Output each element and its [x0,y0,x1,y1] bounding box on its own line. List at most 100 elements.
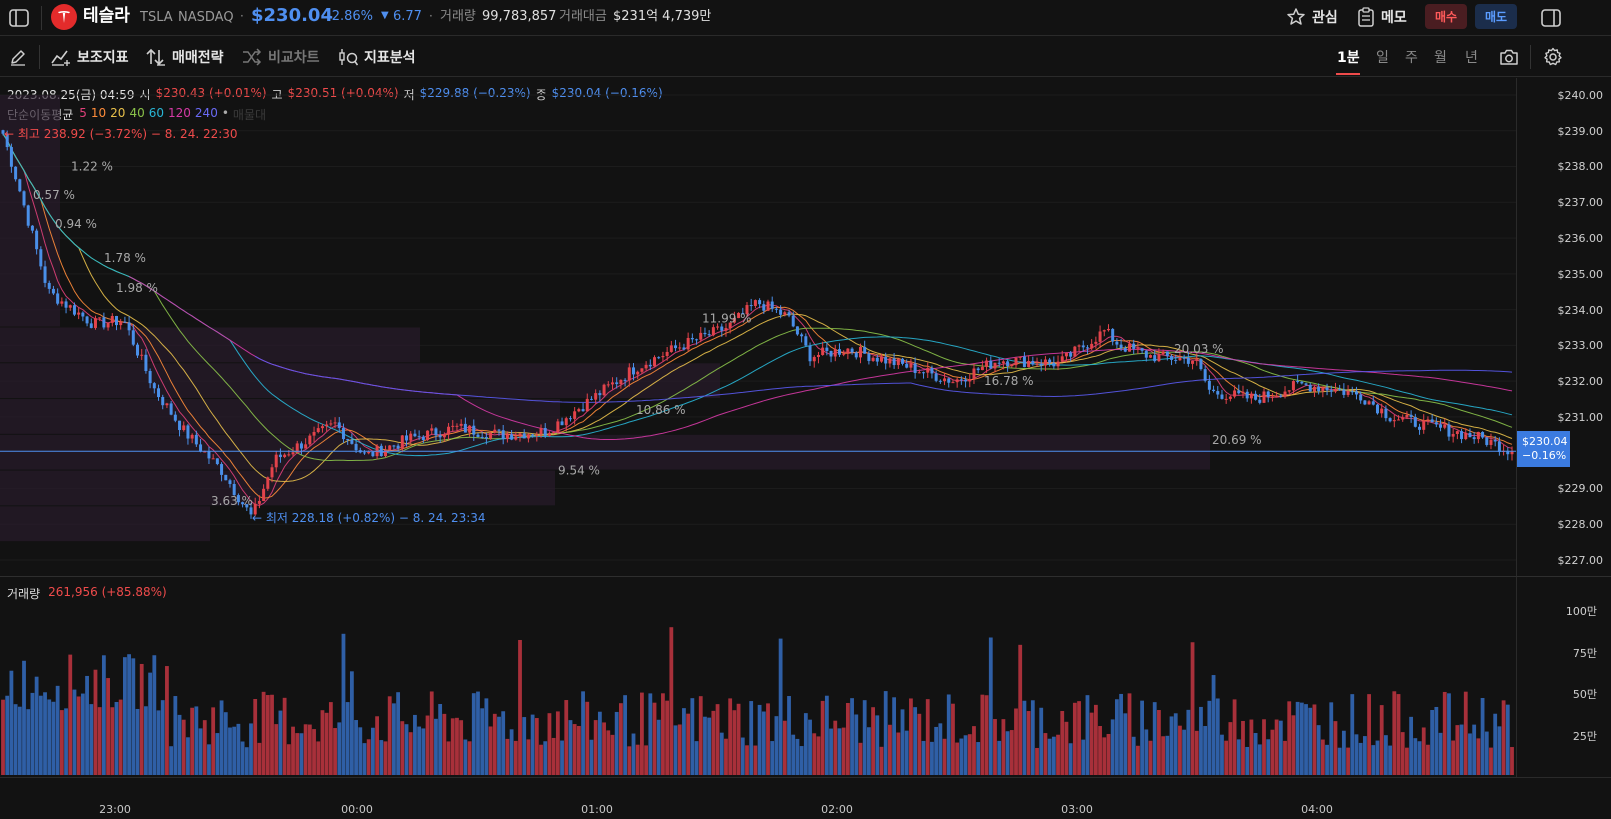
volume-bar [1291,715,1296,775]
volume-bar [967,734,972,775]
volume-tick: 25만 [1572,730,1597,743]
volume-bar [291,726,295,775]
candle-body [1266,391,1270,397]
timeframe-day[interactable]: 일 [1376,47,1389,67]
candle-body [1090,343,1094,349]
timeframe-month[interactable]: 월 [1434,47,1447,67]
volume-bar [757,704,762,775]
top-bar: 테슬라 TSLA NASDAQ · $230.04 -2.86% ▼ 6.77 … [0,0,1611,36]
analysis-button[interactable]: 지표분석 [338,47,416,67]
volume-bar [1463,691,1468,775]
volume-bar [148,672,153,775]
candle-body [648,364,652,367]
memo-button[interactable]: 메모 [1357,7,1407,27]
volume-bar [1144,729,1149,775]
volume-bar [1396,694,1401,775]
volume-bar [1102,737,1107,775]
volume-bar [866,727,871,775]
volume-bar [303,724,308,775]
candle-body [711,327,715,336]
watchlist-button[interactable]: 관심 [1286,7,1338,27]
volume-bar [34,676,39,775]
candle-body [867,353,871,361]
candle-body [136,344,140,356]
candle-body [1430,419,1434,423]
candle-body [98,317,102,319]
time-axis[interactable] [0,777,1611,819]
candle-body [1422,420,1426,430]
volume-bar [333,728,337,775]
candle-body [329,423,333,425]
candle-body [480,436,484,438]
candle-body [531,434,535,436]
candle-body [489,432,493,439]
candle-body [312,431,316,436]
compare-button[interactable]: 비교차트 [242,47,320,67]
volume-bar [173,696,178,775]
volume-profile-band [0,327,420,363]
volume-bar [795,738,800,775]
candle-body [1203,369,1207,381]
volume-bar [745,745,749,775]
volume-bar [623,695,627,775]
volume-bar [946,694,951,775]
panel-toggle-icon[interactable] [1538,6,1564,30]
price-axis[interactable]: $240.00 $239.00 $238.00 $237.00 $236.00 … [1516,78,1611,578]
volume-bar [774,716,779,775]
volume-bar [253,698,258,775]
candle-body [484,437,488,439]
sidebar-toggle-icon[interactable] [6,6,32,30]
candle-body [850,348,854,353]
volume-bar [1203,726,1208,775]
timeframe-1min[interactable]: 1분 [1337,47,1360,67]
low-annotation: ← 최저 228.18 (+0.82%) − 8. 24. 23:34 [252,511,486,525]
candle-body [110,315,114,323]
buy-button[interactable]: 매수 [1425,4,1467,29]
volume-bar [656,719,661,775]
volume-axis[interactable]: 100만 75만 50만 25만 [1516,577,1611,777]
candle-body [606,384,610,386]
analysis-label: 지표분석 [364,50,416,66]
volume-bar [1169,716,1174,775]
candle-body [989,360,993,369]
candle-body [854,352,858,358]
candle-body [1325,387,1329,391]
sell-button[interactable]: 매도 [1475,4,1517,29]
price-tick: $232.00 [1557,375,1604,388]
candle-body [262,488,266,501]
strategy-button[interactable]: 매매전략 [146,47,224,67]
volume-bar [845,702,850,775]
volume-bar [1476,738,1481,775]
candle-body [190,434,194,439]
price-chart[interactable]: 1.22 % 0.57 % 0.94 % 1.78 % 1.98 % 11.99 % 20.… [0,78,1516,576]
indicators-button[interactable]: 보조지표 [51,47,129,67]
draw-pencil-icon[interactable] [6,45,30,69]
candle-body [1418,426,1422,430]
candle-body [505,434,509,440]
volume-chart[interactable] [0,600,1516,777]
candle-body [1056,361,1060,367]
volume-bar [282,697,287,775]
candle-body [140,354,144,356]
volume-bar [131,658,136,775]
volume-bar [1442,691,1447,775]
volume-bar [59,710,64,775]
settings-gear-icon[interactable] [1540,45,1566,69]
candle-body [1010,365,1014,367]
candle-body [215,458,219,465]
volume-bar [883,691,888,775]
candle-body [1220,394,1224,399]
timeframe-year[interactable]: 년 [1465,47,1478,67]
volume-bar [215,733,220,775]
candle-body [661,355,665,358]
candle-body [980,366,984,371]
volume-bar [118,699,123,775]
candle-body [430,428,434,431]
volume-bar [648,693,653,775]
panel-divider[interactable] [0,576,1611,577]
volume-bar [1215,698,1220,775]
timeframe-week[interactable]: 주 [1405,47,1418,67]
volume-bar [30,692,35,775]
volume-bar [1278,720,1283,775]
camera-icon[interactable] [1496,45,1522,69]
